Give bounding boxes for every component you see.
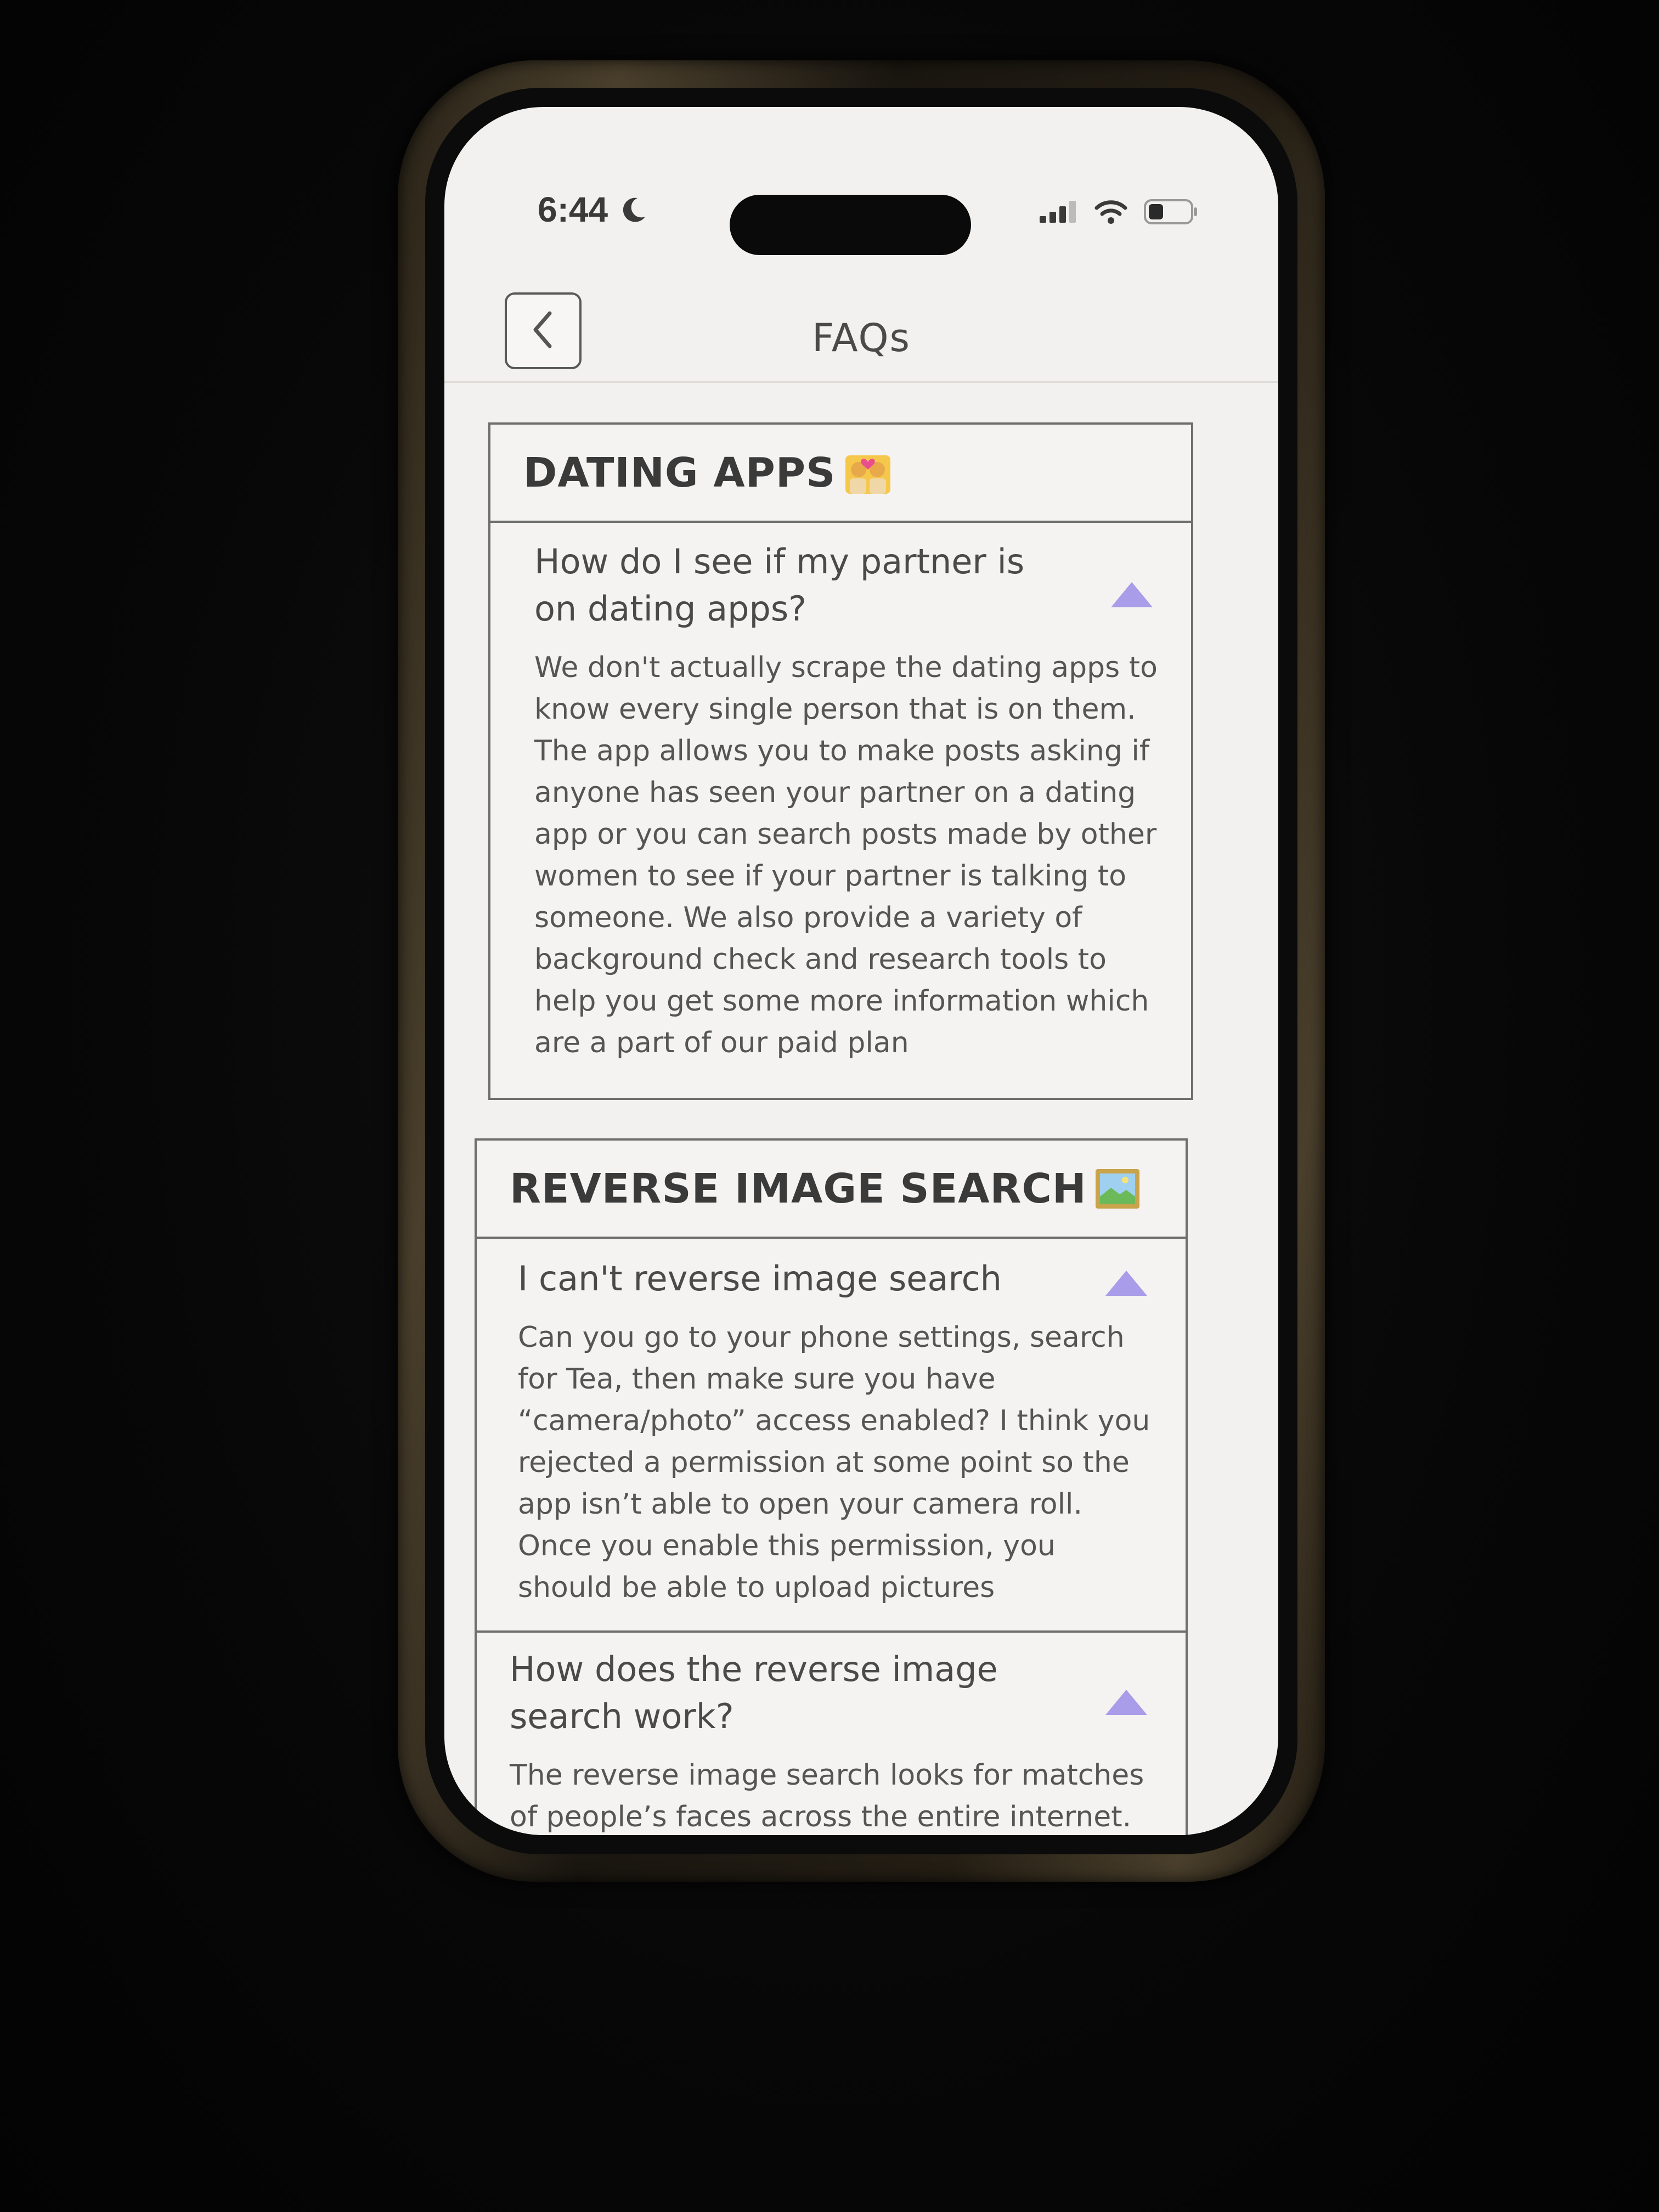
faq-answer: Can you go to your phone settings, searc…: [518, 1321, 1150, 1604]
section-header: REVERSE IMAGE SEARCH: [477, 1141, 1186, 1239]
faq-item[interactable]: How do I see if my partner is on dating …: [490, 523, 1191, 1086]
phone-bezel: 6:44 FAQs DATING APPS How do I see if my…: [425, 88, 1297, 1854]
section-title: DATING APPS: [523, 449, 836, 496]
collapse-arrow-icon[interactable]: [1105, 1690, 1147, 1715]
section-header: DATING APPS: [490, 425, 1191, 523]
faq-section-dating-apps: DATING APPS How do I see if my partner i…: [488, 422, 1193, 1100]
faq-item[interactable]: I can't reverse image search Can you go …: [477, 1239, 1186, 1630]
faq-question[interactable]: How does the reverse image search work?: [510, 1646, 1135, 1740]
phone-screen: 6:44 FAQs DATING APPS How do I see if my…: [444, 107, 1278, 1835]
status-time-label: 6:44: [538, 190, 608, 229]
dynamic-island: [730, 195, 971, 255]
section-title: REVERSE IMAGE SEARCH: [510, 1165, 1087, 1212]
wifi-icon: [1094, 199, 1127, 227]
faq-item[interactable]: How does the reverse image search work? …: [477, 1630, 1186, 1835]
status-bar: 6:44: [444, 107, 1278, 255]
page-title: FAQs: [811, 315, 911, 360]
battery-icon: [1144, 199, 1199, 227]
phone-case: 6:44 FAQs DATING APPS How do I see if my…: [398, 60, 1325, 1882]
signal-icon: [1040, 201, 1078, 225]
faq-answer: We don't actually scrape the dating apps…: [534, 651, 1158, 1059]
collapse-arrow-icon[interactable]: [1105, 1271, 1147, 1296]
status-time: 6:44: [538, 189, 647, 233]
couple-with-heart-icon: [843, 451, 893, 495]
collapse-arrow-icon[interactable]: [1111, 582, 1153, 607]
navigation-header: FAQs: [444, 283, 1278, 383]
moon-icon: [621, 192, 647, 233]
status-icons: [1040, 199, 1199, 227]
faq-question[interactable]: How do I see if my partner is on dating …: [534, 538, 1182, 633]
faq-answer: The reverse image search looks for match…: [510, 1759, 1144, 1833]
faq-section-reverse-image-search: REVERSE IMAGE SEARCH I can't reverse ima…: [475, 1138, 1188, 1835]
framed-picture-icon: [1094, 1168, 1141, 1210]
faq-question[interactable]: I can't reverse image search: [518, 1255, 1153, 1302]
